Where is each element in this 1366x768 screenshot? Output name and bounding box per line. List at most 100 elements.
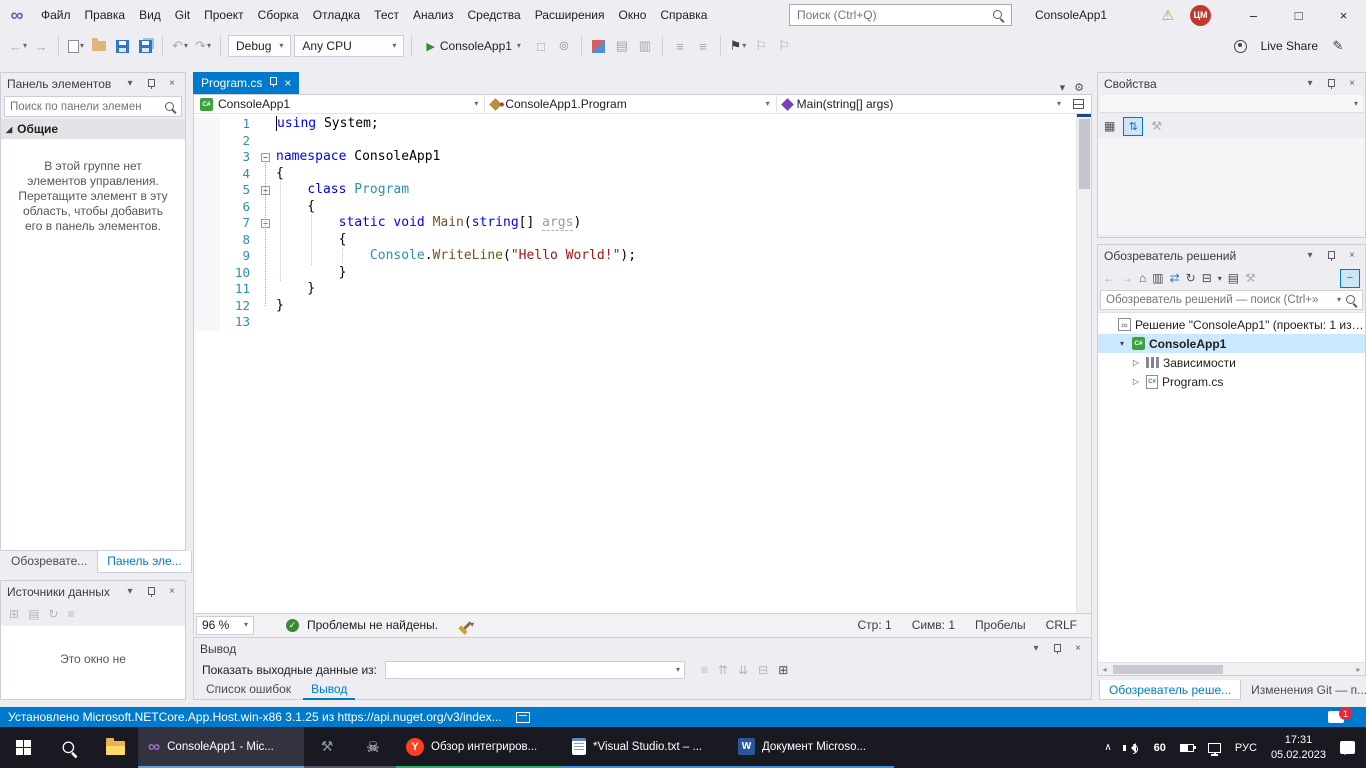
breakpoint-margin[interactable] (194, 166, 220, 183)
prev-message-icon[interactable]: ⇈ (718, 663, 728, 677)
menu-item[interactable]: Правка (78, 0, 133, 30)
properties-wrench-icon[interactable]: ⚒ (1245, 271, 1256, 285)
solution-platform-dropdown[interactable]: Any CPU▾ (294, 35, 404, 57)
breakpoint-margin[interactable] (194, 149, 220, 166)
stop-icon[interactable]: □ (531, 34, 551, 58)
user-avatar[interactable]: ЦМ (1190, 5, 1211, 26)
close-icon[interactable]: × (165, 585, 179, 599)
taskbar-app[interactable]: *Visual Studio.txt – ... (562, 727, 728, 768)
breakpoint-margin[interactable] (194, 133, 220, 150)
member-dropdown[interactable]: Main(string[] args) ▾ (777, 95, 1067, 113)
toolbox-search-input[interactable] (10, 101, 160, 113)
taskbar-app[interactable]: WДокумент Microso... (728, 727, 894, 768)
action-center-icon[interactable] (1333, 727, 1362, 768)
pin-icon[interactable] (144, 77, 158, 91)
breakpoint-margin[interactable] (194, 199, 220, 216)
add-data-source-icon[interactable]: ⊞ (9, 607, 19, 621)
code-cleanup-icon[interactable]: ▾ (460, 613, 480, 637)
spaces-indicator[interactable]: Пробелы (975, 618, 1026, 632)
attach-process-icon[interactable]: ⊚ (554, 34, 574, 58)
forward-icon[interactable]: → (1121, 271, 1133, 285)
switch-views-icon[interactable]: ▥ (1152, 271, 1163, 285)
pin-icon[interactable] (144, 585, 158, 599)
minimize-button[interactable]: – (1231, 0, 1276, 30)
project-dropdown[interactable]: C# ConsoleApp1 ▾ (194, 95, 485, 113)
pin-icon[interactable] (1050, 642, 1064, 656)
menu-item[interactable]: Справка (653, 0, 714, 30)
live-share-label[interactable]: Live Share (1261, 39, 1318, 53)
indent-icon[interactable]: ≡ (670, 34, 690, 58)
show-all-files-icon[interactable]: ▤ (1228, 271, 1239, 285)
breakpoint-margin[interactable] (194, 265, 220, 282)
data-sources-header[interactable]: Источники данных ▾ × (1, 581, 185, 602)
menu-item[interactable]: Файл (34, 0, 78, 30)
code-text[interactable]: static void Main(string[] args) (276, 215, 581, 232)
tree-item[interactable]: ▷Зависимости (1098, 353, 1365, 372)
solution-search-input[interactable] (1106, 294, 1333, 306)
network-icon[interactable] (1201, 727, 1228, 768)
eol-indicator[interactable]: CRLF (1046, 618, 1077, 632)
taskbar-search-button[interactable] (46, 727, 92, 768)
clear-all-icon[interactable]: ⊟ (758, 663, 768, 677)
tree-item[interactable]: ▾C#ConsoleApp1 (1098, 334, 1365, 353)
tree-item[interactable]: ∞Решение "ConsoleApp1" (проекты: 1 из 1) (1098, 315, 1365, 334)
document-tab-program-cs[interactable]: Program.cs × (193, 72, 299, 94)
scrollbar-thumb[interactable] (1079, 119, 1090, 189)
menu-item[interactable]: Вид (132, 0, 168, 30)
active-files-dropdown-icon[interactable]: ▾ (1060, 81, 1066, 94)
tab-toolbox[interactable]: Панель эле... (97, 551, 191, 573)
breakpoint-margin[interactable] (194, 298, 220, 315)
collapse-all-icon[interactable]: ⊟ (1202, 271, 1212, 285)
close-button[interactable]: × (1321, 0, 1366, 30)
code-text[interactable]: Console.WriteLine("Hello World!"); (276, 248, 636, 265)
word-wrap-icon[interactable]: ⊞ (778, 663, 788, 677)
window-menu-icon[interactable]: ▾ (123, 585, 137, 599)
close-icon[interactable]: × (1345, 77, 1359, 91)
menu-item[interactable]: Git (168, 0, 197, 30)
menu-item[interactable]: Отладка (306, 0, 367, 30)
code-text[interactable]: namespace ConsoleApp1 (276, 149, 440, 166)
window-menu-icon[interactable]: ▾ (1303, 77, 1317, 91)
navigate-forward-icon[interactable]: → (31, 34, 51, 58)
navigate-back-icon[interactable]: ←▾ (8, 34, 28, 58)
breakpoint-margin[interactable] (194, 232, 220, 249)
tree-collapsed-arrow[interactable]: ▷ (1130, 377, 1142, 386)
code-text[interactable]: } (276, 265, 346, 282)
comment-icon[interactable]: ≡ (693, 34, 713, 58)
editor-options-gear-icon[interactable]: ⚙ (1074, 81, 1084, 94)
breakpoint-margin[interactable] (194, 248, 220, 265)
taskbar-app[interactable]: ☠ (350, 727, 396, 768)
notifications-warning-icon[interactable]: ⚠ (1161, 7, 1174, 24)
code-text[interactable]: { (276, 199, 315, 216)
editor-vertical-scrollbar[interactable] (1076, 114, 1091, 613)
pin-icon[interactable] (1324, 77, 1338, 91)
start-button[interactable] (0, 727, 46, 768)
clock[interactable]: 17:31 05.02.2023 (1264, 727, 1333, 768)
code-text[interactable]: { (276, 166, 284, 183)
toolbox-search-box[interactable] (4, 96, 182, 117)
menu-item[interactable]: Средства (461, 0, 528, 30)
scroll-left-icon[interactable]: ◂ (1098, 665, 1111, 674)
output-source-dropdown[interactable]: ▾ (385, 661, 685, 679)
preview-selected-items-toggle[interactable]: − (1340, 269, 1360, 288)
code-text[interactable]: } (276, 298, 284, 315)
window-menu-icon[interactable]: ▾ (123, 77, 137, 91)
find-message-icon[interactable]: ≡ (701, 663, 708, 677)
toolbox-header[interactable]: Панель элементов ▾ × (1, 73, 185, 94)
solution-search-box[interactable]: ▾ (1100, 290, 1363, 310)
search-options-icon[interactable]: ▾ (1337, 296, 1341, 304)
configure-data-source-icon[interactable]: ▤ (28, 607, 39, 621)
tree-item[interactable]: ▷C#Program.cs (1098, 372, 1365, 391)
properties-object-dropdown[interactable]: ▾ (1100, 95, 1363, 113)
health-check-icon[interactable]: ✓ (286, 619, 299, 632)
alphabetical-sort-icon[interactable]: ⇅ (1123, 117, 1143, 136)
tree-expanded-arrow[interactable]: ▾ (1116, 339, 1128, 348)
menu-item[interactable]: Анализ (406, 0, 461, 30)
taskbar-app[interactable]: ∞ConsoleApp1 - Mic... (138, 727, 304, 768)
properties-header[interactable]: Свойства ▾ × (1098, 73, 1365, 94)
back-icon[interactable]: ← (1103, 271, 1115, 285)
property-pages-icon[interactable]: ⚒ (1151, 119, 1162, 133)
filter-dropdown-icon[interactable]: ▾ (1218, 274, 1222, 283)
battery-percent[interactable]: 60 (1147, 727, 1173, 768)
toolbox-group-general[interactable]: ◢ Общие (1, 119, 185, 139)
